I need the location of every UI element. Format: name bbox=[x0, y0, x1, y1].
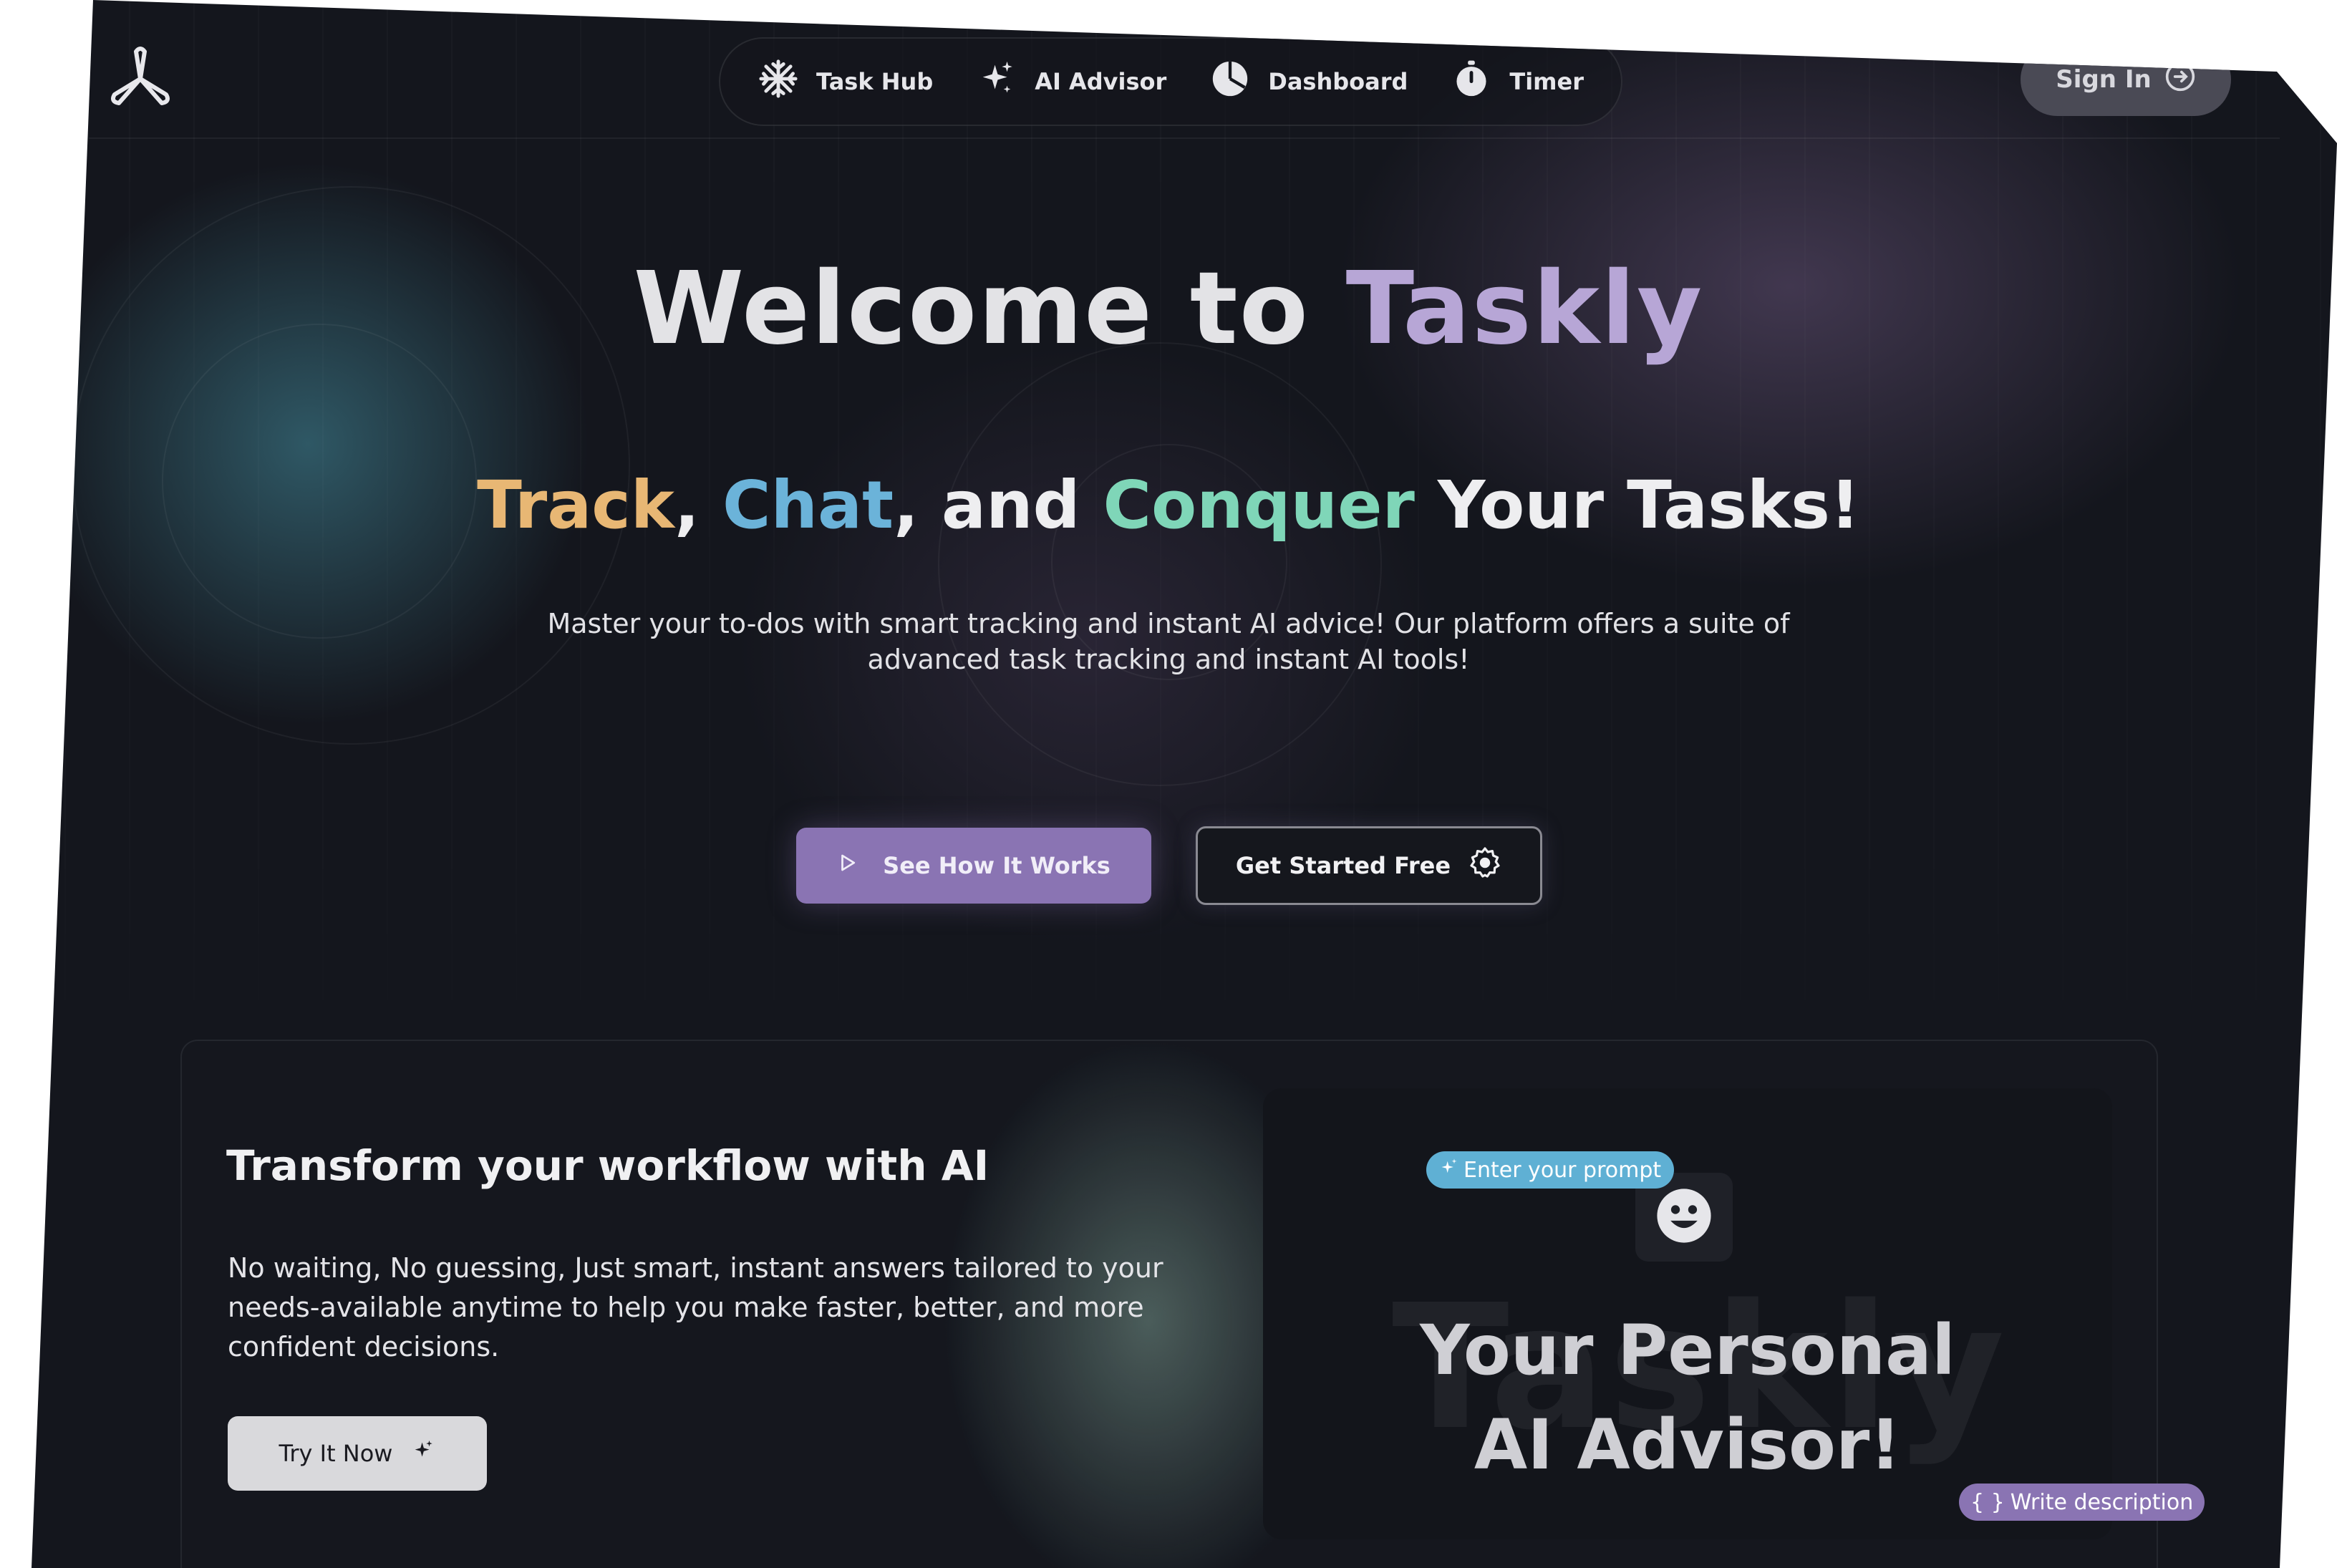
browser-frame: Task Hub AI Advisor Dashboard Timer Sign… bbox=[32, 0, 2337, 1568]
subtitle-separator: , and bbox=[894, 467, 1103, 543]
subtitle-track: Track bbox=[477, 467, 674, 543]
nav-item-label: AI Advisor bbox=[1035, 68, 1167, 95]
see-how-it-works-button[interactable]: See How It Works bbox=[796, 828, 1151, 904]
nav-item-label: Task Hub bbox=[816, 68, 934, 95]
hero-description-line: advanced task tracking and instant AI to… bbox=[867, 644, 1470, 675]
try-it-now-button[interactable]: Try It Now bbox=[228, 1416, 487, 1491]
hero-title-prefix: Welcome to bbox=[633, 251, 1346, 367]
arrow-right-circle-icon bbox=[2164, 61, 2196, 99]
subtitle-conquer: Conquer bbox=[1103, 467, 1415, 543]
advisor-heading-line: Your Personal bbox=[1420, 1310, 1955, 1390]
hero-description-line: Master your to-dos with smart tracking a… bbox=[547, 608, 1790, 639]
taskly-logo-icon[interactable] bbox=[105, 43, 176, 115]
hero-title-brand: Taskly bbox=[1345, 251, 1704, 367]
enter-prompt-chip: Enter your prompt bbox=[1426, 1151, 1675, 1189]
gear-badge-icon bbox=[1468, 846, 1502, 886]
nav-item-dashboard[interactable]: Dashboard bbox=[1209, 58, 1408, 105]
advisor-heading: Your Personal AI Advisor! bbox=[1263, 1303, 2112, 1492]
feature-description: No waiting, No guessing, Just smart, ins… bbox=[228, 1249, 1201, 1367]
play-icon bbox=[837, 852, 858, 879]
nav-item-label: Dashboard bbox=[1268, 68, 1408, 95]
feature-description-line: needs-available anytime to help you make… bbox=[228, 1292, 1144, 1323]
nav-item-label: Timer bbox=[1509, 68, 1584, 95]
smiley-icon bbox=[1655, 1186, 1713, 1248]
snowflake-icon bbox=[758, 58, 799, 105]
advisor-heading-line: AI Advisor! bbox=[1474, 1405, 1902, 1485]
hero-subtitle: Track, Chat, and Conquer Your Tasks! bbox=[32, 467, 2337, 543]
feature-title: Transform your workflow with AI bbox=[226, 1141, 990, 1190]
sparkle-icon bbox=[1439, 1157, 1459, 1183]
subtitle-rest: Your Tasks! bbox=[1414, 467, 1860, 543]
sign-in-button[interactable]: Sign In bbox=[2021, 43, 2231, 116]
try-it-now-label: Try It Now bbox=[279, 1440, 393, 1467]
sparkles-icon bbox=[411, 1438, 435, 1468]
feature-description-line: No waiting, No guessing, Just smart, ins… bbox=[228, 1252, 1163, 1284]
subtitle-chat: Chat bbox=[722, 467, 894, 543]
pie-chart-icon bbox=[1209, 58, 1251, 105]
write-description-label: Write description bbox=[2010, 1489, 2194, 1515]
get-started-free-label: Get Started Free bbox=[1235, 852, 1451, 879]
ai-advisor-preview-panel: Taskly Your Personal AI Advisor! bbox=[1263, 1088, 2112, 1539]
stopwatch-icon bbox=[1451, 58, 1492, 105]
sparkles-icon bbox=[976, 58, 1017, 105]
main-nav: Task Hub AI Advisor Dashboard Timer bbox=[719, 37, 1622, 126]
hero-description: Master your to-dos with smart tracking a… bbox=[32, 606, 2337, 677]
see-how-it-works-label: See How It Works bbox=[883, 852, 1111, 879]
nav-item-ai-advisor[interactable]: AI Advisor bbox=[976, 58, 1166, 105]
ai-feature-card: Transform your workflow with AI No waiti… bbox=[180, 1040, 2158, 1568]
sign-in-label: Sign In bbox=[2056, 65, 2152, 94]
braces-icon: { } bbox=[1970, 1489, 2005, 1515]
nav-item-task-hub[interactable]: Task Hub bbox=[758, 58, 933, 105]
hero-title: Welcome to Taskly bbox=[32, 251, 2337, 367]
subtitle-separator: , bbox=[674, 467, 722, 543]
nav-item-timer[interactable]: Timer bbox=[1451, 58, 1584, 105]
feature-description-line: confident decisions. bbox=[228, 1331, 500, 1363]
get-started-free-button[interactable]: Get Started Free bbox=[1196, 826, 1542, 905]
write-description-chip: { } Write description bbox=[1959, 1484, 2205, 1521]
enter-prompt-label: Enter your prompt bbox=[1463, 1157, 1662, 1183]
